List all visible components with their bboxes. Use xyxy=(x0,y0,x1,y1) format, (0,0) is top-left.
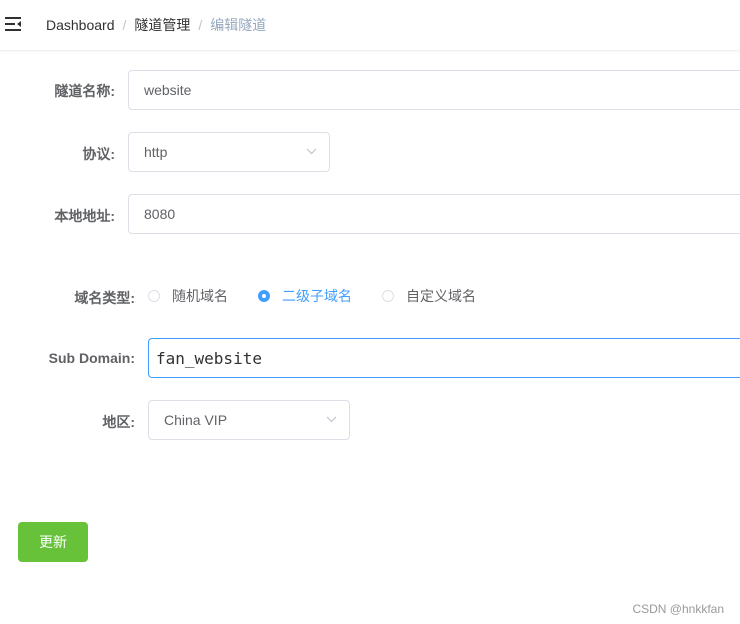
radio-custom-domain[interactable]: 自定义域名 xyxy=(382,286,476,306)
breadcrumb-edit-tunnel: 编辑隧道 xyxy=(210,17,267,33)
protocol-label: 协议: xyxy=(82,146,115,162)
top-navbar: Dashboard / 隧道管理 / 编辑隧道 xyxy=(0,0,740,51)
local-address-input[interactable]: 8080 xyxy=(128,194,740,234)
tunnel-name-value: website xyxy=(144,82,192,98)
sub-domain-value: fan_website xyxy=(156,348,262,368)
domain-type-radio-group: 随机域名 二级子域名 自定义域名 xyxy=(148,287,506,305)
protocol-select[interactable]: http xyxy=(128,132,330,172)
chevron-down-icon xyxy=(306,148,317,155)
breadcrumb-dashboard[interactable]: Dashboard xyxy=(46,17,115,33)
local-address-value: 8080 xyxy=(144,206,176,222)
radio-label: 二级子域名 xyxy=(282,288,352,304)
update-button[interactable]: 更新 xyxy=(18,522,88,562)
domain-type-label: 域名类型: xyxy=(74,290,135,306)
chevron-down-icon xyxy=(326,416,337,423)
region-value: China VIP xyxy=(164,412,228,428)
radio-random-domain[interactable]: 随机域名 xyxy=(148,286,228,306)
radio-label: 随机域名 xyxy=(172,288,228,304)
region-label: 地区: xyxy=(102,414,135,430)
breadcrumb: Dashboard / 隧道管理 / 编辑隧道 xyxy=(46,16,266,34)
breadcrumb-separator: / xyxy=(198,17,203,33)
breadcrumb-separator: / xyxy=(122,17,127,33)
protocol-value: http xyxy=(144,144,168,160)
region-select[interactable]: China VIP xyxy=(148,400,350,440)
edit-tunnel-page: Dashboard / 隧道管理 / 编辑隧道 隧道名称: website 协议: ht… xyxy=(0,0,740,624)
sub-domain-label: Sub Domain: xyxy=(48,350,135,366)
hamburger-menu-icon[interactable] xyxy=(5,17,21,31)
watermark: CSDN @hnkkfan xyxy=(632,602,724,616)
radio-label: 自定义域名 xyxy=(406,288,476,304)
radio-circle xyxy=(382,290,394,302)
radio-subdomain[interactable]: 二级子域名 xyxy=(258,286,352,306)
local-address-label: 本地地址: xyxy=(54,208,115,224)
radio-circle-checked xyxy=(258,290,270,302)
tunnel-name-input[interactable]: website xyxy=(128,70,740,110)
tunnel-name-label: 隧道名称: xyxy=(54,83,115,99)
breadcrumb-tunnel-management[interactable]: 隧道管理 xyxy=(134,17,190,33)
sub-domain-input[interactable]: fan_website xyxy=(148,338,740,378)
radio-circle xyxy=(148,290,160,302)
